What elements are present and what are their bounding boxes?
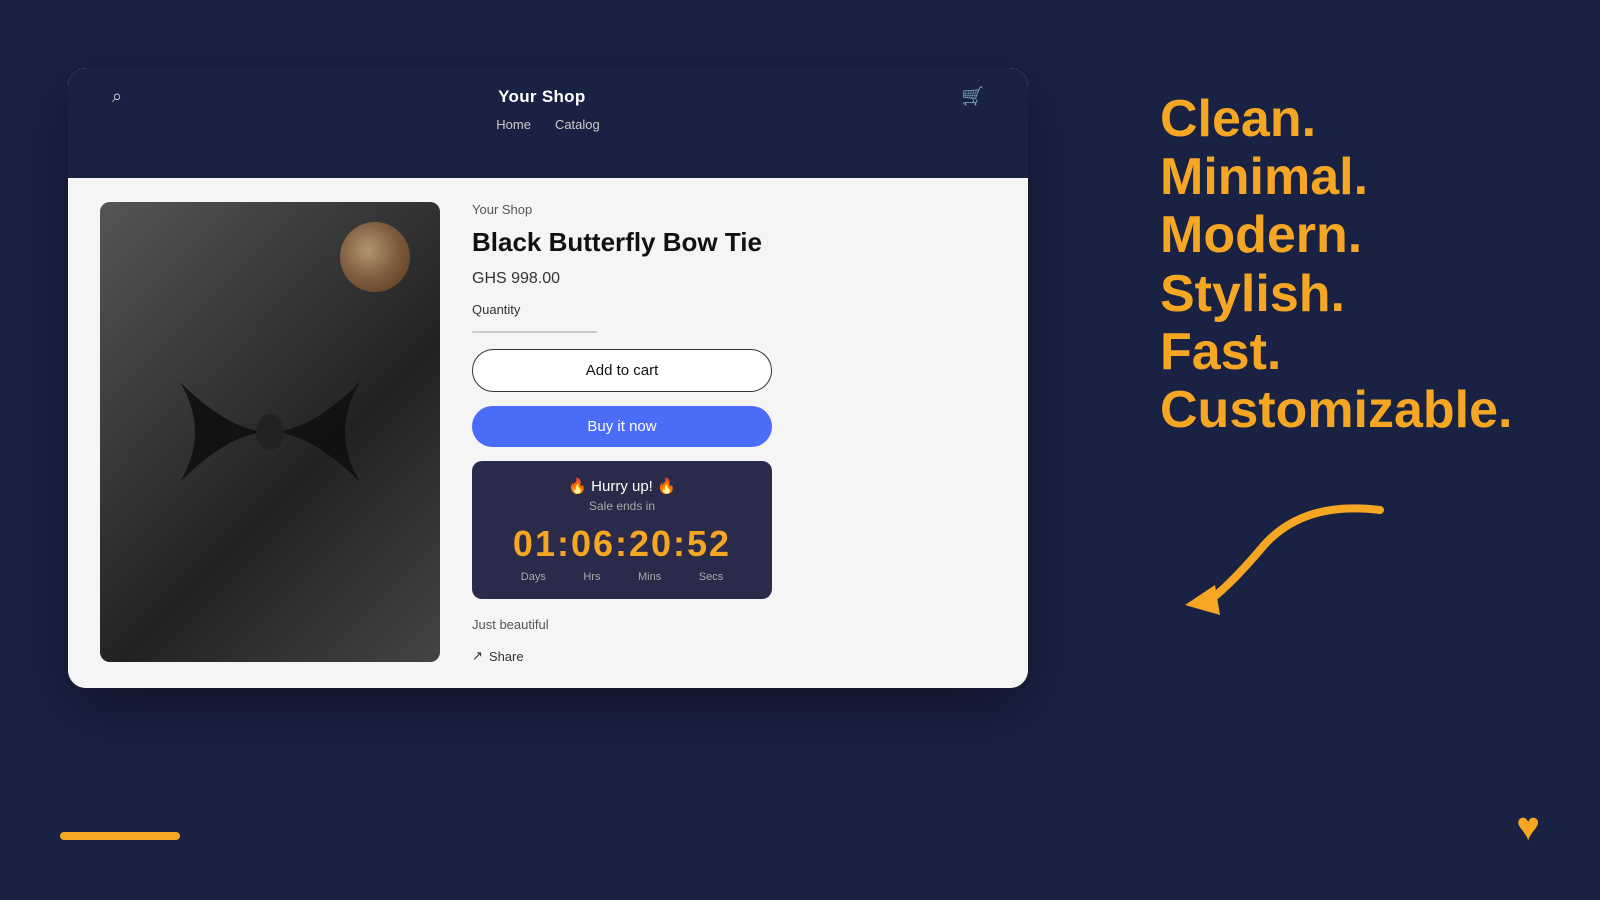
share-button[interactable]: ↗ Share: [472, 648, 996, 664]
browser-mockup: ⌕ Your Shop 🛒 Home Catalog: [68, 68, 1028, 688]
heart-icon: ♥: [1516, 805, 1540, 850]
product-price: GHS 998.00: [472, 270, 996, 288]
quantity-control: − 1 +: [472, 331, 597, 333]
bottom-bar-decoration: [60, 832, 180, 840]
tagline-line-3: Modern.: [1160, 206, 1520, 264]
bow-tie-image: [170, 362, 370, 502]
cart-icon[interactable]: 🛒: [962, 86, 984, 107]
timer-labels: Days Hrs Mins Secs: [492, 571, 752, 583]
product-description: Just beautiful: [472, 617, 996, 632]
share-label: Share: [489, 649, 524, 664]
timer-display: 01:06:20:52: [492, 523, 752, 565]
nav-bar: ⌕ Your Shop 🛒 Home Catalog: [68, 68, 1028, 178]
nav-catalog[interactable]: Catalog: [555, 117, 600, 132]
quantity-decrease-button[interactable]: −: [473, 331, 512, 333]
search-icon[interactable]: ⌕: [112, 86, 122, 107]
product-title: Black Butterfly Bow Tie: [472, 227, 996, 258]
product-image: [100, 202, 440, 662]
quantity-divider: [512, 331, 513, 333]
timer-secs-label: Secs: [699, 571, 723, 583]
wicker-ball-decoration: [340, 222, 410, 292]
product-info: Your Shop Black Butterfly Bow Tie GHS 99…: [472, 202, 996, 664]
buy-now-button[interactable]: Buy it now: [472, 406, 772, 447]
product-image-container: [100, 202, 440, 662]
product-area: Your Shop Black Butterfly Bow Tie GHS 99…: [68, 178, 1028, 688]
timer-days-label: Days: [521, 571, 546, 583]
shop-title: Your Shop: [498, 87, 585, 107]
tagline-line-2: Minimal.: [1160, 148, 1520, 206]
timer-mins-label: Mins: [638, 571, 661, 583]
product-breadcrumb: Your Shop: [472, 202, 996, 217]
tagline-line-6: Customizable.: [1160, 381, 1520, 439]
sale-ends-label: Sale ends in: [492, 499, 752, 513]
nav-top: ⌕ Your Shop 🛒: [92, 68, 1004, 113]
quantity-increase-button[interactable]: +: [558, 331, 597, 333]
nav-home[interactable]: Home: [496, 117, 531, 132]
timer-hrs-label: Hrs: [583, 571, 600, 583]
arrow-decoration: [1100, 490, 1400, 630]
nav-links: Home Catalog: [496, 113, 600, 132]
hurry-text: 🔥 Hurry up! 🔥: [492, 477, 752, 495]
quantity-value: 1: [513, 331, 557, 333]
tagline-section: Clean. Minimal. Modern. Stylish. Fast. C…: [1160, 90, 1520, 439]
share-icon: ↗: [472, 648, 483, 664]
countdown-box: 🔥 Hurry up! 🔥 Sale ends in 01:06:20:52 D…: [472, 461, 772, 599]
arrow-svg: [1100, 490, 1400, 630]
quantity-divider-2: [557, 331, 558, 333]
tagline-line-1: Clean.: [1160, 90, 1520, 148]
tagline-line-4: Stylish.: [1160, 265, 1520, 323]
add-to-cart-button[interactable]: Add to cart: [472, 349, 772, 392]
quantity-label: Quantity: [472, 302, 996, 317]
tagline-line-5: Fast.: [1160, 323, 1520, 381]
